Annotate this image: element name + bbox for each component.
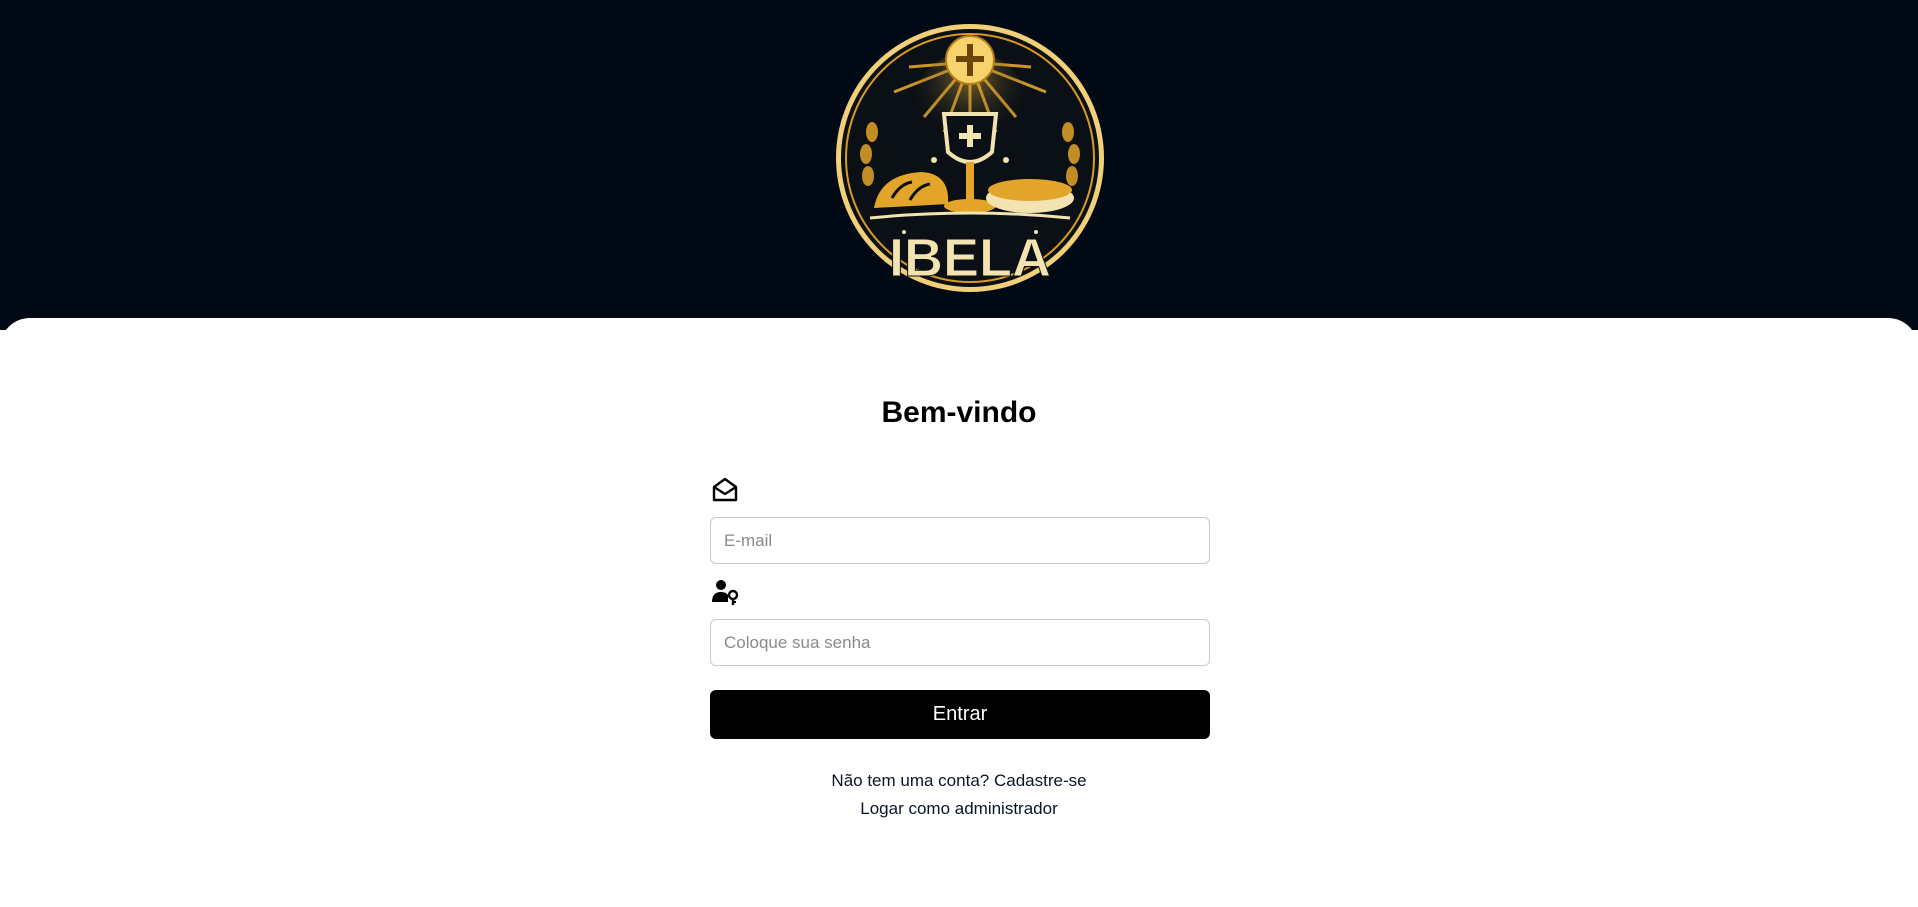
admin-line: Logar como administrador xyxy=(0,799,1918,819)
signup-link[interactable]: Cadastre-se xyxy=(994,771,1087,790)
email-field[interactable] xyxy=(710,517,1210,564)
header-banner: IBELA xyxy=(0,0,1918,330)
envelope-open-icon xyxy=(712,477,738,502)
user-lock-icon xyxy=(712,580,739,605)
logo-text: IBELA xyxy=(889,228,1051,288)
ibela-logo: IBELA xyxy=(836,24,1104,292)
password-field[interactable] xyxy=(710,619,1210,666)
signup-prompt: Não tem uma conta? xyxy=(831,771,990,790)
page-title: Bem-vindo xyxy=(881,396,1037,429)
login-button[interactable]: Entrar xyxy=(710,690,1210,739)
admin-login-link[interactable]: Logar como administrador xyxy=(860,799,1057,818)
signup-line: Não tem uma conta? Cadastre-se xyxy=(0,771,1918,791)
